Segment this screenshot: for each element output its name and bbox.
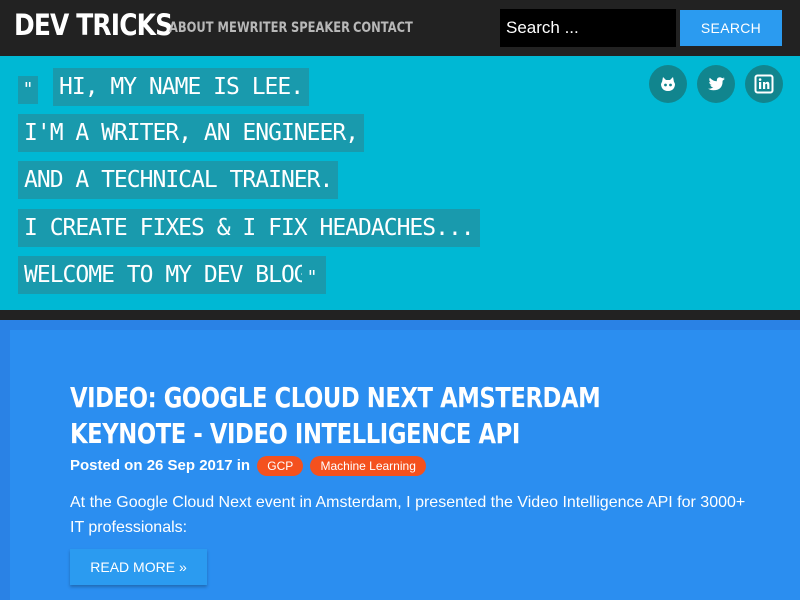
linkedin-icon [754, 74, 774, 94]
top-navbar: DEV TRICKS ABOUT ME WRITER SPEAKER CONTA… [0, 0, 800, 56]
github-link[interactable] [649, 65, 687, 103]
post-meta: Posted on 26 Sep 2017 in GCP Machine Lea… [70, 455, 426, 477]
twitter-link[interactable] [697, 65, 735, 103]
linkedin-link[interactable] [745, 65, 783, 103]
nav-about-me[interactable]: ABOUT ME [169, 20, 237, 36]
post-date: 26 Sep 2017 [146, 457, 233, 474]
hero-banner: " HI, MY NAME IS LEE. I'M A WRITER, AN E… [0, 56, 800, 310]
github-icon [661, 77, 675, 91]
posted-on-label: Posted on [70, 457, 143, 474]
in-label: in [236, 457, 251, 474]
hero-line-4: I CREATE FIXES & I FIX HEADACHES... [18, 209, 480, 247]
open-quote: " [18, 76, 38, 104]
hero-line-3: AND A TECHNICAL TRAINER. [18, 161, 339, 199]
site-logo[interactable]: DEV TRICKS [14, 8, 173, 42]
tag-gcp[interactable]: GCP [257, 456, 304, 477]
post-excerpt: At the Google Cloud Next event in Amster… [70, 494, 746, 536]
post-title-link[interactable]: VIDEO: GOOGLE CLOUD NEXT AMSTERDAM KEYNO… [70, 380, 702, 452]
main-nav: ABOUT ME WRITER SPEAKER CONTACT [169, 20, 417, 36]
nav-speaker[interactable]: SPEAKER [291, 20, 350, 36]
twitter-icon [708, 77, 725, 91]
read-more-button[interactable]: READ MORE » [70, 549, 207, 585]
search-input[interactable] [500, 9, 676, 47]
nav-contact[interactable]: CONTACT [353, 20, 413, 36]
hero-line-5: WELCOME TO MY DEV BLOG. [18, 256, 326, 294]
close-quote: " [302, 264, 322, 292]
search-button[interactable]: SEARCH [680, 10, 782, 46]
nav-writer[interactable]: WRITER [237, 20, 287, 36]
tag-machine-learning[interactable]: Machine Learning [310, 456, 426, 477]
section-divider [0, 310, 800, 320]
post-title: VIDEO: GOOGLE CLOUD NEXT AMSTERDAM KEYNO… [70, 380, 601, 452]
hero-line-2: I'M A WRITER, AN ENGINEER, [18, 114, 365, 152]
hero-line-1: HI, MY NAME IS LEE. [53, 68, 310, 106]
